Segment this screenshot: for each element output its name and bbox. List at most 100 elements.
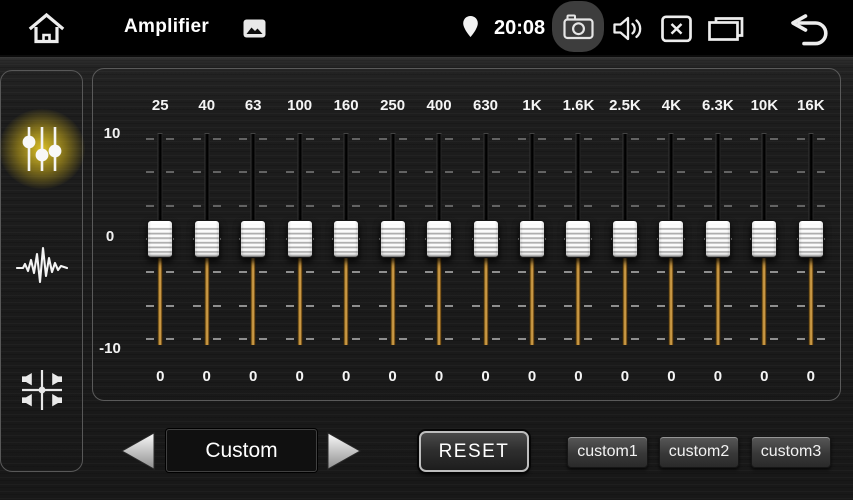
- slider-tick: [750, 271, 758, 273]
- slider-thumb[interactable]: [380, 220, 406, 258]
- slider-track-upper[interactable]: [576, 134, 581, 222]
- slider-track-upper[interactable]: [251, 134, 256, 222]
- slider-thumb[interactable]: [751, 220, 777, 258]
- slider-track-lower[interactable]: [762, 256, 767, 345]
- slider-tick: [750, 171, 758, 173]
- slider-tick: [564, 171, 572, 173]
- slider-track-lower[interactable]: [437, 256, 442, 345]
- slider-track-upper[interactable]: [204, 134, 209, 222]
- band-slider[interactable]: [741, 123, 787, 345]
- preset-custom3-button[interactable]: custom3: [751, 436, 831, 468]
- slider-track-upper[interactable]: [808, 134, 813, 222]
- slider-track-lower[interactable]: [715, 256, 720, 345]
- slider-track-lower[interactable]: [669, 256, 674, 345]
- slider-track-lower[interactable]: [204, 256, 209, 345]
- preset-prev-button[interactable]: [120, 431, 156, 471]
- preset-custom2-button[interactable]: custom2: [659, 436, 739, 468]
- slider-thumb[interactable]: [240, 220, 266, 258]
- slider-thumb[interactable]: [519, 220, 545, 258]
- slider-tick: [584, 171, 592, 173]
- recent-apps-icon[interactable]: [706, 15, 745, 48]
- slider-track-upper[interactable]: [158, 134, 163, 222]
- band-slider[interactable]: [323, 123, 369, 345]
- slider-thumb[interactable]: [798, 220, 824, 258]
- slider-tick: [425, 338, 433, 340]
- sidebar-item-sound-effects[interactable]: [15, 238, 69, 292]
- reset-button[interactable]: RESET: [419, 431, 529, 472]
- slider-tick: [166, 271, 174, 273]
- slider-track-lower[interactable]: [529, 256, 534, 345]
- band-slider[interactable]: [462, 123, 508, 345]
- slider-thumb[interactable]: [473, 220, 499, 258]
- slider-track-upper[interactable]: [715, 134, 720, 222]
- slider-thumb[interactable]: [194, 220, 220, 258]
- slider-thumb[interactable]: [147, 220, 173, 258]
- band-slider[interactable]: [555, 123, 601, 345]
- preset-current-label: Custom: [205, 439, 277, 463]
- slider-track-upper[interactable]: [437, 134, 442, 222]
- close-window-icon[interactable]: [661, 15, 692, 48]
- band-slider[interactable]: [183, 123, 229, 345]
- slider-tick: [472, 171, 480, 173]
- slider-thumb[interactable]: [705, 220, 731, 258]
- slider-track-upper[interactable]: [762, 134, 767, 222]
- slider-track-lower[interactable]: [808, 256, 813, 345]
- slider-track-upper[interactable]: [483, 134, 488, 222]
- band-frequency-label: 400: [416, 95, 462, 117]
- slider-thumb[interactable]: [612, 220, 638, 258]
- slider-thumb[interactable]: [287, 220, 313, 258]
- band-slider[interactable]: [509, 123, 555, 345]
- band-slider[interactable]: [137, 123, 183, 345]
- slider-track-lower[interactable]: [390, 256, 395, 345]
- slider-tick: [518, 271, 526, 273]
- slider-thumb[interactable]: [333, 220, 359, 258]
- band-slider[interactable]: [788, 123, 834, 345]
- preset-selector[interactable]: Custom: [166, 429, 317, 472]
- slider-tick: [259, 271, 267, 273]
- back-icon[interactable]: [786, 13, 835, 51]
- slider-track-lower[interactable]: [483, 256, 488, 345]
- slider-tick: [399, 338, 407, 340]
- slider-tick: [425, 205, 433, 207]
- location-icon: [462, 15, 479, 44]
- slider-track-lower[interactable]: [344, 256, 349, 345]
- slider-tick: [306, 205, 314, 207]
- slider-tick: [584, 271, 592, 273]
- slider-track-upper[interactable]: [344, 134, 349, 222]
- slider-track-lower[interactable]: [297, 256, 302, 345]
- slider-tick: [631, 205, 639, 207]
- slider-thumb[interactable]: [658, 220, 684, 258]
- slider-track-upper[interactable]: [622, 134, 627, 222]
- sidebar-item-equalizer[interactable]: [15, 122, 69, 176]
- band-slider[interactable]: [602, 123, 648, 345]
- slider-track-upper[interactable]: [297, 134, 302, 222]
- preset-custom1-button[interactable]: custom1: [567, 436, 648, 468]
- band-slider[interactable]: [416, 123, 462, 345]
- slider-track-upper[interactable]: [669, 134, 674, 222]
- slider-track-lower[interactable]: [251, 256, 256, 345]
- band-slider[interactable]: [276, 123, 322, 345]
- slider-track-upper[interactable]: [390, 134, 395, 222]
- preset-next-button[interactable]: [326, 431, 362, 471]
- band-value-label: 0: [741, 367, 787, 387]
- slider-track-upper[interactable]: [529, 134, 534, 222]
- band-slider[interactable]: [230, 123, 276, 345]
- slider-tick: [538, 171, 546, 173]
- camera-button[interactable]: [552, 1, 604, 52]
- slider-thumb[interactable]: [426, 220, 452, 258]
- band-frequency-label: 10K: [741, 95, 787, 117]
- slider-track-lower[interactable]: [622, 256, 627, 345]
- slider-track-lower[interactable]: [158, 256, 163, 345]
- slider-tick: [704, 171, 712, 173]
- volume-icon[interactable]: [612, 13, 644, 49]
- band-slider[interactable]: [648, 123, 694, 345]
- slider-thumb[interactable]: [565, 220, 591, 258]
- band-slider[interactable]: [369, 123, 415, 345]
- band-slider[interactable]: [695, 123, 741, 345]
- sidebar-item-balance-fader[interactable]: [15, 363, 69, 417]
- home-icon[interactable]: [28, 11, 65, 51]
- gallery-icon[interactable]: [243, 19, 266, 43]
- slider-tick: [797, 271, 805, 273]
- slider-track-lower[interactable]: [576, 256, 581, 345]
- slider-tick: [611, 338, 619, 340]
